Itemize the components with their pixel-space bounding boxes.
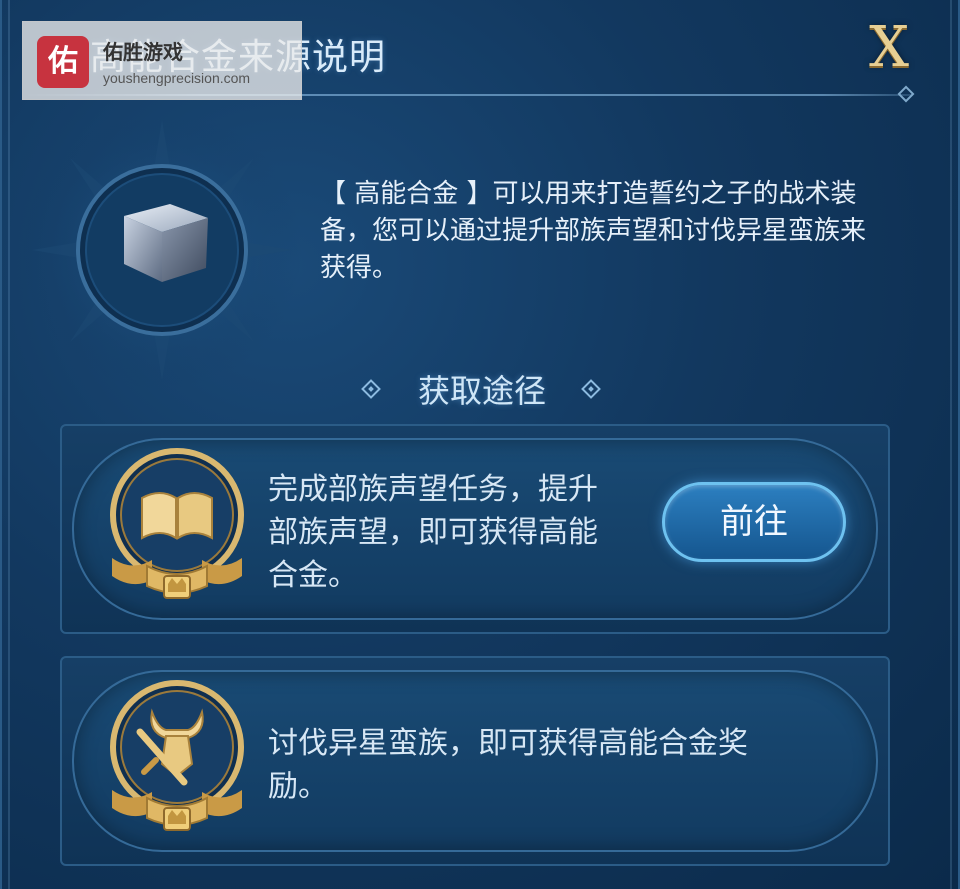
watermark-logo: 佑 <box>37 36 89 88</box>
route-text-line: 合金。 <box>268 558 358 593</box>
horned-helmet-sword-icon <box>110 680 244 831</box>
route-card-reputation: 完成部族声望任务，提升 部族声望，即可获得高能 合金。 前往 <box>60 424 890 634</box>
watermark: 佑 佑胜游戏 youshengprecision.com <box>22 21 302 100</box>
route-text-line: 讨伐异星蛮族，即可获得高能合金奖 <box>268 726 748 761</box>
close-button[interactable]: X <box>858 20 920 76</box>
route-card-barbarians: 讨伐异星蛮族，即可获得高能合金奖 励。 <box>60 656 890 866</box>
book-icon <box>110 448 244 599</box>
route-text-line: 励。 <box>268 769 328 804</box>
section-title: 获取途径 <box>417 372 546 410</box>
watermark-name: 佑胜游戏 <box>103 40 183 64</box>
source-info-dialog: ✦ 高能合金来源说明 X 佑 佑胜游戏 youshengprecision.co… <box>0 0 960 889</box>
item-description: 【 高能合金 】可以用来打造誓约之子的战术装备，您可以通过提升部族声望和讨伐异星… <box>320 179 867 283</box>
route-text-line: 部族声望，即可获得高能 <box>268 515 598 550</box>
divider-diamond-icon <box>897 85 915 103</box>
watermark-url: youshengprecision.com <box>103 70 251 86</box>
go-button[interactable]: 前往 <box>662 482 846 562</box>
route-text-line: 完成部族声望任务，提升 <box>268 472 598 507</box>
